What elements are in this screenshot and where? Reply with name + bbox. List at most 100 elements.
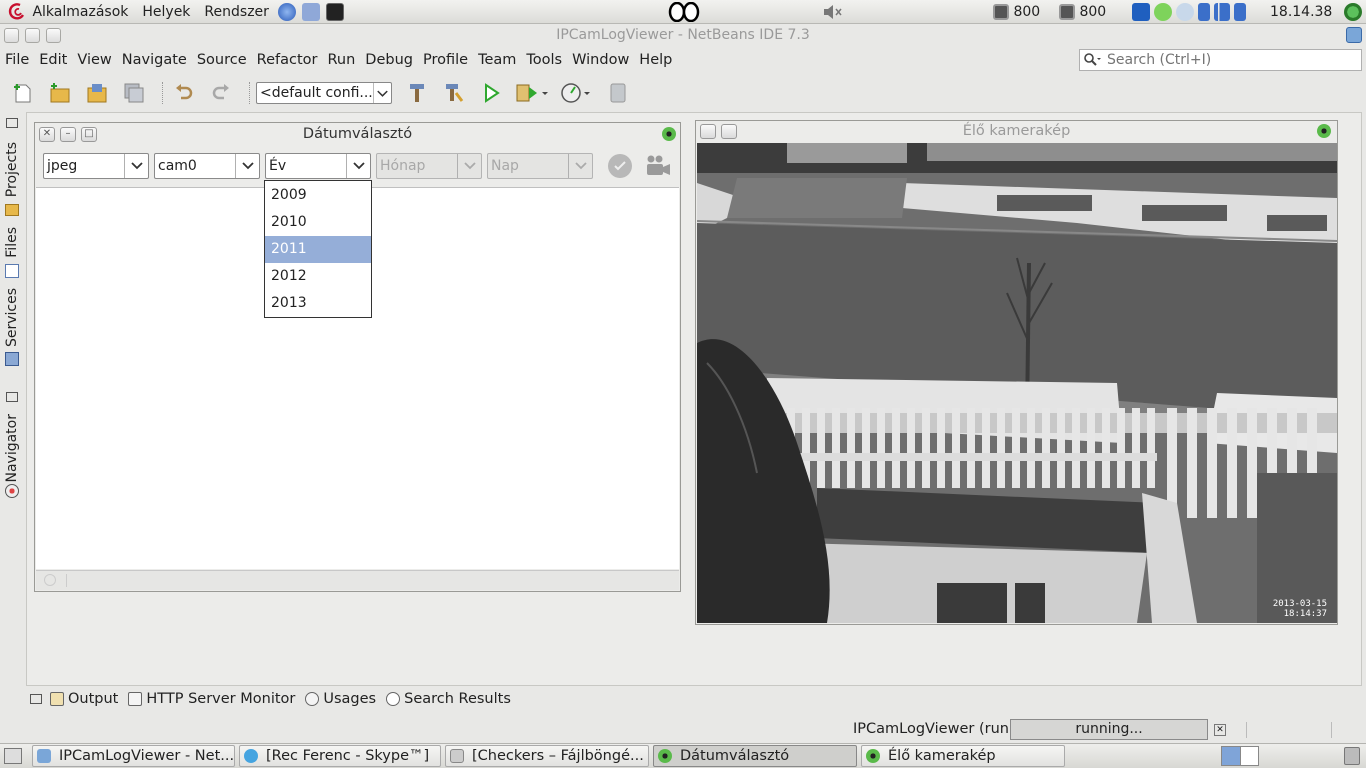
- chevron-down-icon: [457, 154, 481, 178]
- cpu-chip-icon: [993, 4, 1009, 20]
- menu-view[interactable]: View: [72, 52, 116, 68]
- menu-edit[interactable]: Edit: [34, 52, 72, 68]
- menu-help[interactable]: Help: [634, 52, 677, 68]
- live-camera-titlebar[interactable]: Élő kamerakép: [696, 121, 1337, 143]
- tab-usages[interactable]: Usages: [305, 691, 376, 707]
- search-icon[interactable]: [1083, 52, 1103, 68]
- year-option[interactable]: 2009: [265, 182, 371, 209]
- tab-search-results[interactable]: Search Results: [386, 691, 511, 707]
- menu-file[interactable]: File: [0, 52, 34, 68]
- year-option-selected[interactable]: 2011: [265, 236, 371, 263]
- menu-run[interactable]: Run: [322, 52, 360, 68]
- task-live-camera[interactable]: Élő kamerakép: [861, 745, 1065, 767]
- tab-output[interactable]: Output: [50, 691, 118, 707]
- camera-select[interactable]: cam0: [154, 153, 260, 179]
- tab-files[interactable]: Files: [4, 227, 20, 258]
- task-skype[interactable]: [Rec Ferenc - Skype™]: [239, 745, 441, 767]
- services-icon: [5, 352, 19, 366]
- confirm-check-button[interactable]: [608, 154, 632, 178]
- task-date-picker-label: Dátumválasztó: [680, 748, 790, 764]
- restore-group-icon[interactable]: [30, 694, 42, 704]
- battery-icon[interactable]: [1234, 3, 1246, 21]
- redo-button[interactable]: [206, 78, 236, 108]
- browser-launcher-icon[interactable]: [277, 2, 296, 21]
- date-picker-titlebar[interactable]: ✕ – □ Dátumválasztó: [35, 123, 680, 147]
- webcam-icon: [662, 127, 676, 141]
- task-file-browser[interactable]: [Checkers – Fájlböngé...: [445, 745, 649, 767]
- restore-group-icon[interactable]: [6, 392, 18, 402]
- new-project-icon: [50, 83, 70, 103]
- user-status-icon[interactable]: [1344, 3, 1362, 21]
- menu-system[interactable]: Rendszer: [197, 0, 275, 24]
- task-netbeans[interactable]: IPCamLogViewer - Net...: [32, 745, 235, 767]
- debug-button[interactable]: [513, 78, 551, 108]
- tab-http-server-monitor[interactable]: HTTP Server Monitor: [128, 691, 295, 707]
- workspace-switcher[interactable]: [1221, 746, 1259, 766]
- search-input[interactable]: [1107, 52, 1352, 68]
- camera-timestamp: 2013-03-15 18:14:37: [1273, 599, 1327, 619]
- dropbox-icon[interactable]: [1132, 3, 1150, 21]
- menu-tools[interactable]: Tools: [521, 52, 567, 68]
- tab-navigator[interactable]: Navigator: [4, 414, 20, 483]
- menu-places[interactable]: Helyek: [135, 0, 197, 24]
- day-select[interactable]: Nap: [487, 153, 593, 179]
- run-progress-bar[interactable]: running...: [1010, 719, 1208, 740]
- workspace-2[interactable]: [1241, 747, 1259, 765]
- open-project-button[interactable]: [82, 78, 112, 108]
- format-select[interactable]: jpeg: [43, 153, 149, 179]
- new-project-button[interactable]: [45, 78, 75, 108]
- cancel-task-close-icon[interactable]: ✕: [1214, 724, 1226, 736]
- weather-icon[interactable]: [1176, 3, 1194, 21]
- open-folder-icon: [87, 84, 107, 103]
- netbeans-cube-icon: [37, 749, 51, 763]
- undo-button[interactable]: [169, 78, 199, 108]
- year-option[interactable]: 2012: [265, 263, 371, 290]
- network-signal-icon[interactable]: [1214, 3, 1230, 21]
- menu-navigate[interactable]: Navigate: [117, 52, 192, 68]
- workspace-1[interactable]: [1222, 747, 1241, 765]
- bluetooth-icon[interactable]: [1198, 3, 1210, 21]
- chat-status-icon[interactable]: [1154, 3, 1172, 21]
- cpu-freq-1: 800: [993, 0, 1040, 24]
- menu-applications[interactable]: Alkalmazások: [32, 4, 128, 20]
- video-camera-button[interactable]: [644, 154, 672, 178]
- menu-source[interactable]: Source: [192, 52, 252, 68]
- run-button[interactable]: [476, 78, 506, 108]
- month-select-value: Hónap: [380, 158, 426, 174]
- menu-profile[interactable]: Profile: [418, 52, 473, 68]
- task-date-picker[interactable]: Dátumválasztó: [653, 745, 857, 767]
- clean-build-button[interactable]: [439, 78, 469, 108]
- quick-search[interactable]: [1079, 49, 1362, 71]
- menu-team[interactable]: Team: [473, 52, 521, 68]
- debian-menu[interactable]: Alkalmazások: [0, 0, 135, 24]
- year-option[interactable]: 2010: [265, 209, 371, 236]
- trash-icon[interactable]: [1344, 747, 1360, 765]
- editor-launcher-icon[interactable]: [301, 2, 320, 21]
- volume-muted-icon[interactable]: [822, 4, 844, 20]
- camera-timestamp-time: 18:14:37: [1283, 609, 1327, 619]
- new-file-button[interactable]: [8, 78, 38, 108]
- tab-projects[interactable]: Projects: [4, 142, 20, 197]
- apply-changes-icon: [610, 83, 626, 103]
- tab-services[interactable]: Services: [4, 288, 20, 347]
- year-select[interactable]: Év: [265, 153, 371, 179]
- save-all-button[interactable]: [119, 78, 149, 108]
- show-desktop-icon[interactable]: [4, 748, 22, 764]
- clock[interactable]: 18.14.38: [1270, 0, 1332, 24]
- year-option[interactable]: 2013: [265, 290, 371, 317]
- task-netbeans-label: IPCamLogViewer - Net...: [59, 748, 235, 764]
- profile-button[interactable]: [558, 78, 596, 108]
- menu-refactor[interactable]: Refactor: [252, 52, 323, 68]
- restore-group-icon[interactable]: [6, 118, 18, 128]
- day-select-value: Nap: [491, 158, 519, 174]
- new-file-icon: [14, 84, 31, 103]
- output-icon: [50, 692, 64, 706]
- month-select[interactable]: Hónap: [376, 153, 482, 179]
- build-button[interactable]: [402, 78, 432, 108]
- apply-code-changes-button[interactable]: [603, 78, 633, 108]
- terminal-launcher-icon[interactable]: [325, 2, 344, 21]
- configuration-select[interactable]: <default confi...: [256, 82, 392, 104]
- menu-debug[interactable]: Debug: [360, 52, 418, 68]
- profile-gauge-icon: [561, 83, 590, 103]
- menu-window[interactable]: Window: [567, 52, 634, 68]
